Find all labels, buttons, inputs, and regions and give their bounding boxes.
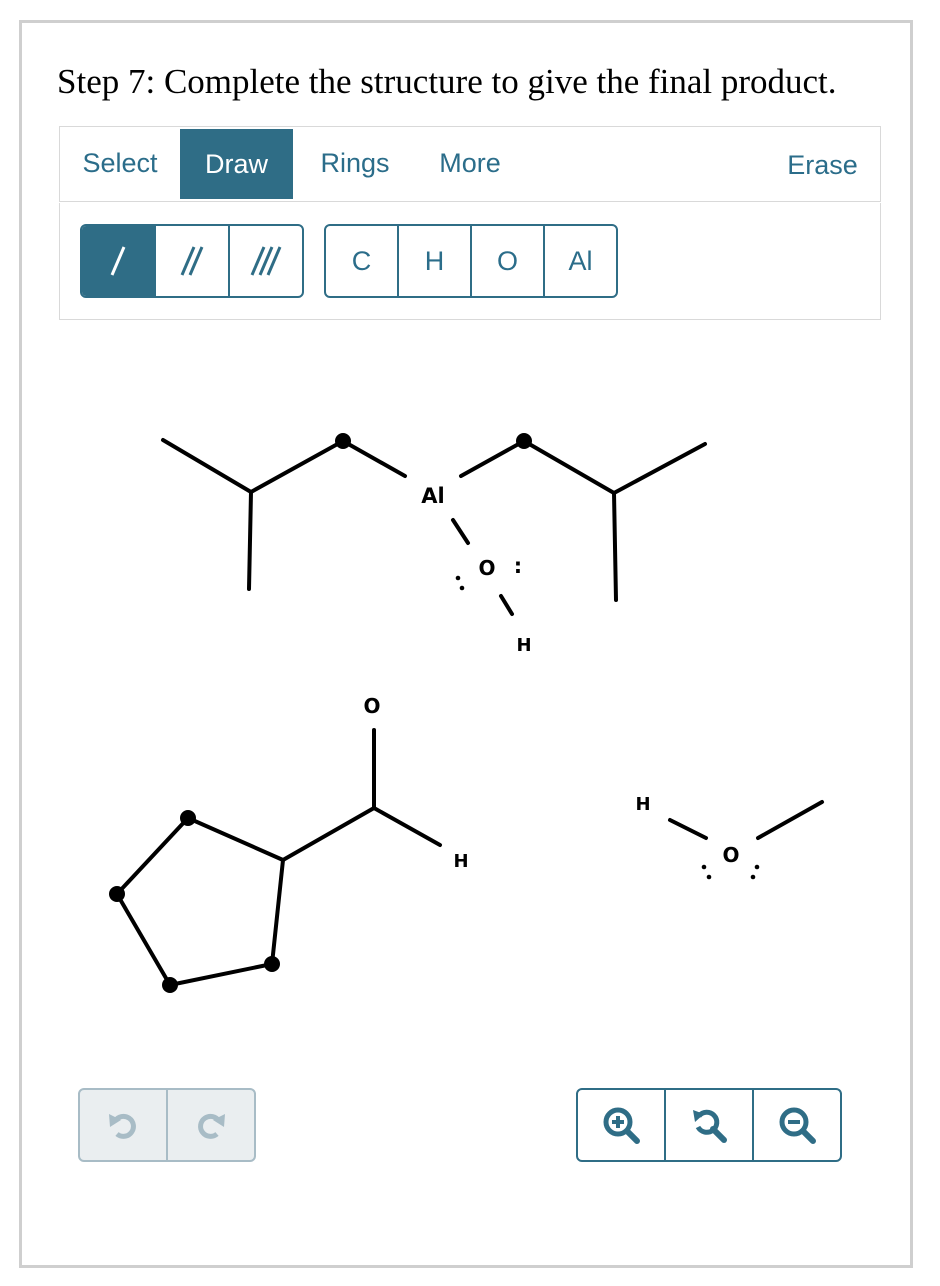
- bond[interactable]: [372, 806, 442, 847]
- history-controls: [78, 1088, 256, 1162]
- bond[interactable]: [281, 806, 376, 862]
- zoom-reset-icon: [693, 1109, 727, 1143]
- bond[interactable]: [451, 518, 470, 545]
- lone-pair-dot: [701, 864, 707, 870]
- bond[interactable]: [756, 800, 824, 840]
- bond[interactable]: [522, 439, 616, 495]
- lone-pair-dot: [459, 585, 465, 591]
- atom-node[interactable]: [162, 977, 178, 993]
- zoom-in-icon: [603, 1107, 640, 1144]
- lone-pair-dot: [455, 575, 461, 581]
- zoom-out-button[interactable]: [754, 1090, 840, 1160]
- bond[interactable]: [612, 442, 707, 495]
- atom-label-o-methanol[interactable]: O: [722, 843, 739, 867]
- redo-icon: [198, 1113, 225, 1139]
- bond[interactable]: [168, 962, 274, 987]
- undo-button[interactable]: [80, 1090, 168, 1160]
- lone-pair-dot: [750, 874, 756, 880]
- bond[interactable]: [459, 439, 526, 478]
- zoom-controls: [576, 1088, 842, 1162]
- atom-label-h-aldehyde[interactable]: H: [453, 851, 468, 872]
- lone-pair-dot: [754, 864, 760, 870]
- bond[interactable]: [668, 818, 708, 840]
- bond[interactable]: [249, 439, 345, 494]
- lone-pair-colon: :: [514, 554, 522, 578]
- atom-label-al[interactable]: Al: [421, 484, 444, 508]
- undo-icon: [109, 1113, 136, 1139]
- redo-button[interactable]: [168, 1090, 254, 1160]
- atom-node[interactable]: [335, 433, 351, 449]
- bond[interactable]: [115, 892, 172, 987]
- bond[interactable]: [341, 439, 407, 478]
- zoom-out-icon: [779, 1107, 816, 1144]
- zoom-in-button[interactable]: [578, 1090, 666, 1160]
- bond[interactable]: [115, 816, 190, 896]
- atom-label-h-methanol[interactable]: H: [635, 794, 650, 815]
- bond[interactable]: [247, 490, 253, 591]
- atom-label-h[interactable]: H: [516, 635, 531, 656]
- atom-label-o[interactable]: O: [478, 556, 495, 580]
- lone-pair-dot: [706, 874, 712, 880]
- bond[interactable]: [186, 816, 285, 862]
- bond[interactable]: [161, 438, 253, 494]
- bond[interactable]: [499, 594, 514, 616]
- zoom-reset-button[interactable]: [666, 1090, 754, 1160]
- atom-node[interactable]: [180, 810, 196, 826]
- atom-node[interactable]: [516, 433, 532, 449]
- atom-node[interactable]: [264, 956, 280, 972]
- atom-label-o-aldehyde[interactable]: O: [363, 694, 380, 718]
- bond[interactable]: [612, 491, 618, 602]
- bond[interactable]: [270, 858, 285, 966]
- atom-node[interactable]: [109, 886, 125, 902]
